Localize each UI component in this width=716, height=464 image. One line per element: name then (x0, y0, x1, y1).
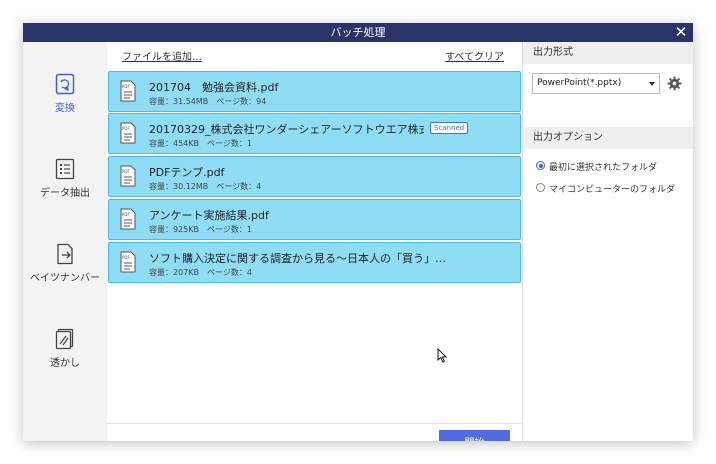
file-row[interactable]: PDF 201704 勉強会資料.pdf 容量：31.54MB ページ数：94 (108, 71, 521, 112)
output-options-header: 出力オプション (523, 127, 693, 149)
file-row[interactable]: PDF 20170329_株式会社ワンダーシェアーソフトウエア株式会… Scan… (108, 113, 521, 154)
radio-label: マイコンピューターのフォルダ (549, 185, 676, 195)
close-icon[interactable]: ✕ (674, 23, 688, 42)
file-name: 201704 勉強会資料.pdf (149, 81, 279, 94)
title-bar: バッチ処理 ✕ (23, 23, 693, 42)
file-name: 20170329_株式会社ワンダーシェアーソフトウエア株式会… (149, 123, 424, 136)
file-name: アンケート実施結果.pdf (149, 209, 269, 222)
output-format-select[interactable]: PowerPoint(*.pptx) (532, 73, 660, 94)
nav-label-data-extract: データ抽出 (40, 188, 90, 199)
file-toolbar: ファイルを追加… すべてクリア (107, 42, 522, 68)
file-meta: 容量：30.12MB ページ数：4 (149, 182, 262, 191)
output-format-value: PowerPoint(*.pptx) (537, 78, 622, 88)
nav-item-convert[interactable]: 変換 (23, 67, 107, 127)
chevron-down-icon (649, 82, 655, 86)
nav-label-watermark: 透かし (50, 358, 80, 369)
convert-icon (55, 73, 75, 95)
pdf-file-icon: PDF (120, 251, 136, 273)
clear-all-link[interactable]: すべてクリア (445, 48, 504, 63)
pdf-file-icon: PDF (120, 122, 136, 144)
svg-text:PDF: PDF (122, 84, 130, 89)
radio-my-computer-folder[interactable]: マイコンピューターのフォルダ (534, 181, 693, 195)
nav-item-bates-number[interactable]: ベイツナンバー (23, 237, 107, 297)
nav-item-data-extract[interactable]: データ抽出 (23, 152, 107, 212)
data-extract-icon (55, 158, 75, 180)
file-row[interactable]: PDF ソフト購入決定に関する調査から見る～日本人の「買う」… 容量：207KB… (108, 242, 521, 283)
file-meta: 容量：31.54MB ページ数：94 (149, 97, 267, 106)
pdf-file-icon: PDF (120, 208, 136, 230)
gear-icon[interactable] (667, 76, 682, 91)
nav-label-convert: 変換 (55, 103, 75, 114)
left-nav: 変換 データ抽出 ベイツナンバー 透かし (23, 42, 107, 441)
bates-number-icon (57, 243, 73, 265)
pdf-file-icon: PDF (120, 80, 136, 102)
file-meta: 容量：925KB ページ数：1 (149, 225, 252, 234)
svg-text:PDF: PDF (122, 255, 130, 260)
footer-divider (107, 423, 522, 424)
add-files-link[interactable]: ファイルを追加… (122, 48, 202, 63)
start-button[interactable]: 開始 (439, 430, 510, 441)
file-meta: 容量：454KB ページ数：1 (149, 139, 252, 148)
file-meta: 容量：207KB ページ数：4 (149, 268, 252, 277)
output-settings-panel: 出力形式 PowerPoint(*.pptx) 出力オプション 最初に選択された… (522, 42, 693, 441)
svg-text:PDF: PDF (122, 212, 130, 217)
svg-text:PDF: PDF (122, 169, 130, 174)
radio-dot (536, 161, 545, 170)
output-format-header: 出力形式 (523, 42, 693, 64)
nav-label-bates-number: ベイツナンバー (30, 273, 100, 284)
file-name: ソフト購入決定に関する調査から見る～日本人の「買う」… (149, 252, 446, 265)
file-name: PDFテンプ.pdf (149, 166, 225, 179)
radio-dot (536, 183, 545, 192)
svg-text:PDF: PDF (122, 126, 130, 131)
window-title: バッチ処理 (330, 26, 386, 39)
file-row[interactable]: PDF アンケート実施結果.pdf 容量：925KB ページ数：1 (108, 199, 521, 240)
scanned-badge: Scanned (430, 122, 469, 134)
radio-label: 最初に選択されたフォルダ (549, 163, 658, 173)
radio-first-selected-folder[interactable]: 最初に選択されたフォルダ (534, 159, 693, 173)
watermark-icon (55, 328, 74, 350)
file-list-panel: ファイルを追加… すべてクリア PDF 201704 勉強会資料.pdf 容量：… (107, 42, 522, 441)
nav-item-watermark[interactable]: 透かし (23, 322, 107, 382)
file-row[interactable]: PDF PDFテンプ.pdf 容量：30.12MB ページ数：4 (108, 156, 521, 197)
pdf-file-icon: PDF (120, 165, 136, 187)
batch-process-window: バッチ処理 ✕ 変換 データ抽出 ベイツナンバー 透かし ファイルを追加… すべ… (23, 23, 693, 441)
mouse-cursor-icon (437, 348, 447, 363)
